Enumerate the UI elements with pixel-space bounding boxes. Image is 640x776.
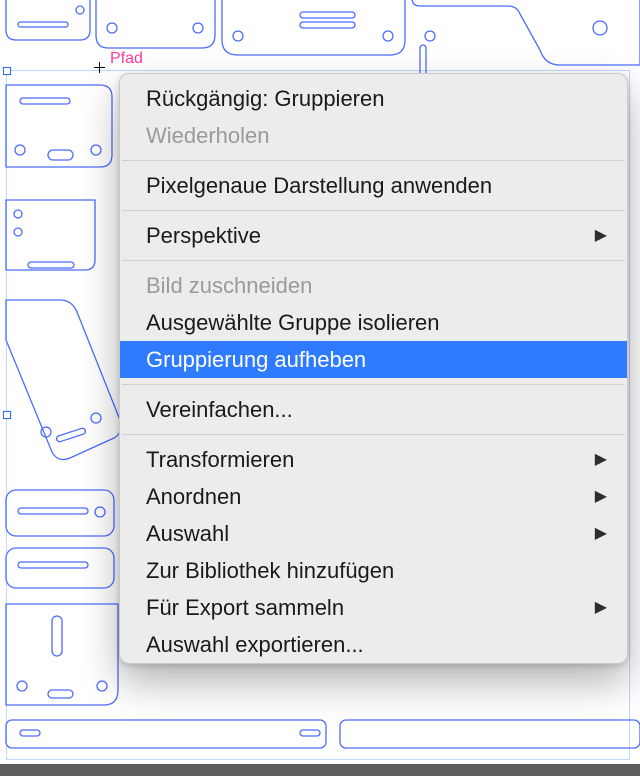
menu-item-gruppierung-aufheben[interactable]: Gruppierung aufheben (120, 341, 627, 378)
menu-item-label: Rückgängig: Gruppieren (146, 86, 384, 112)
menu-item-vereinfachen[interactable]: Vereinfachen... (120, 391, 627, 428)
context-menu[interactable]: Rückgängig: Gruppieren Wiederholen Pixelge… (119, 73, 628, 664)
menu-item-wiederholen: Wiederholen (120, 117, 627, 154)
submenu-arrow-icon: ▶ (595, 526, 607, 542)
menu-separator (122, 260, 625, 261)
menu-item-zur-bibliothek-hinzuf-gen[interactable]: Zur Bibliothek hinzufügen (120, 552, 627, 589)
window-bottom-strip (0, 764, 640, 776)
menu-item-ausgew-hlte-gruppe-isolieren[interactable]: Ausgewählte Gruppe isolieren (120, 304, 627, 341)
menu-separator (122, 434, 625, 435)
menu-item-auswahl[interactable]: Auswahl ▶ (120, 515, 627, 552)
menu-item-label: Vereinfachen... (146, 397, 293, 423)
menu-item-bild-zuschneiden: Bild zuschneiden (120, 267, 627, 304)
menu-item-label: Ausgewählte Gruppe isolieren (146, 310, 440, 336)
menu-item-label: Bild zuschneiden (146, 273, 312, 299)
menu-item-label: Für Export sammeln (146, 595, 344, 621)
menu-item-anordnen[interactable]: Anordnen ▶ (120, 478, 627, 515)
menu-item-perspektive[interactable]: Perspektive ▶ (120, 217, 627, 254)
menu-item-auswahl-exportieren[interactable]: Auswahl exportieren... (120, 626, 627, 663)
menu-separator (122, 160, 625, 161)
menu-item-pixelgenaue-darstellung-anwenden[interactable]: Pixelgenaue Darstellung anwenden (120, 167, 627, 204)
menu-item-f-r-export-sammeln[interactable]: Für Export sammeln ▶ (120, 589, 627, 626)
menu-item-label: Perspektive (146, 223, 261, 249)
submenu-arrow-icon: ▶ (595, 228, 607, 244)
menu-item-label: Pixelgenaue Darstellung anwenden (146, 173, 492, 199)
menu-item-label: Auswahl (146, 521, 229, 547)
menu-item-label: Zur Bibliothek hinzufügen (146, 558, 394, 584)
submenu-arrow-icon: ▶ (595, 489, 607, 505)
submenu-arrow-icon: ▶ (595, 452, 607, 468)
menu-item-r-ckg-ngig-gruppieren[interactable]: Rückgängig: Gruppieren (120, 80, 627, 117)
menu-separator (122, 384, 625, 385)
menu-item-transformieren[interactable]: Transformieren ▶ (120, 441, 627, 478)
menu-separator (122, 210, 625, 211)
menu-item-label: Gruppierung aufheben (146, 347, 366, 373)
submenu-arrow-icon: ▶ (595, 600, 607, 616)
menu-item-label: Auswahl exportieren... (146, 632, 364, 658)
menu-item-label: Transformieren (146, 447, 294, 473)
menu-item-label: Anordnen (146, 484, 241, 510)
menu-item-label: Wiederholen (146, 123, 270, 149)
